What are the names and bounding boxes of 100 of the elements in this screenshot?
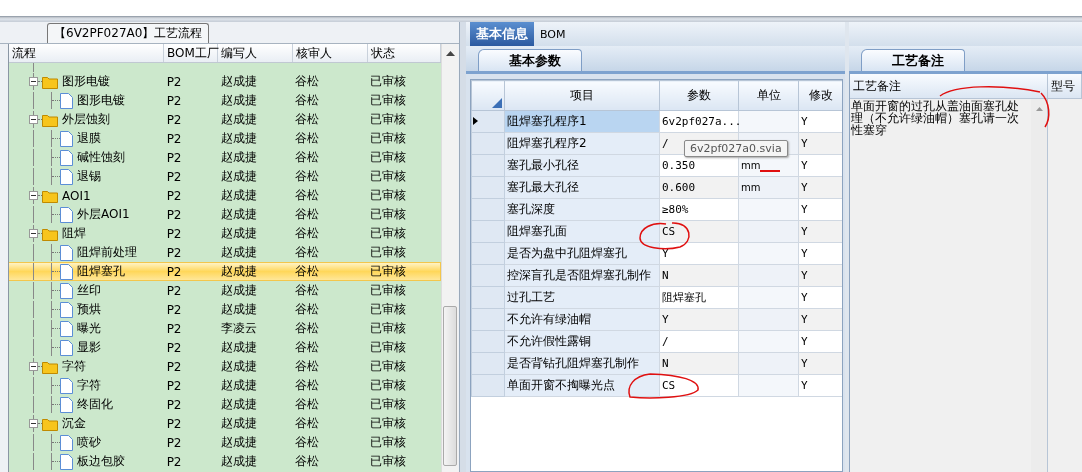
table-cell-text: 已审核 [369,434,408,451]
table-cell-text: 赵成捷 [219,92,258,109]
table-cell-text: 赵成捷 [219,111,258,128]
column-header[interactable]: 核审人 [293,44,368,62]
table-cell-text: 赵成捷 [219,396,258,413]
node-label: 阻焊塞孔 [77,263,125,280]
table-cell-text: 已审核 [369,149,408,166]
scrollbar[interactable] [441,44,458,472]
table-cell-text: P2 [165,454,183,469]
table-cell: 不允许有绿油帽 [504,308,660,331]
table-cell-text: P2 [165,93,183,108]
table-cell-text: P2 [165,283,183,298]
table-cell-text: 已审核 [369,130,408,147]
node-label: 图形电镀 [62,73,110,90]
tree-row[interactable]: 阻焊塞孔 P2 赵成捷 谷松 已审核 [9,262,441,281]
node-label: 丝印 [77,282,101,299]
column-header[interactable]: 工艺备注 [850,74,1048,98]
column-header[interactable]: 编写人 [218,44,293,62]
table-cell-text: P2 [165,264,183,279]
scroll-up-icon[interactable] [445,51,455,56]
tree-row[interactable]: 外层蚀刻 P2 赵成捷 谷松 已审核 [9,110,441,129]
node-label: 阻焊前处理 [77,244,137,261]
tab[interactable]: 基本信息 [470,22,534,46]
tab[interactable]: 工艺备注 [861,49,965,71]
column-header[interactable]: 修改 [798,80,842,111]
collapse-icon[interactable] [29,362,38,371]
table-cell-text: 谷松 [294,187,321,204]
tree-row[interactable]: 丝印 P2 赵成捷 谷松 已审核 [9,281,441,300]
tree-row[interactable]: 沉金 P2 赵成捷 谷松 已审核 [9,414,441,433]
tree-row[interactable]: 板边包胶 P2 赵成捷 谷松 已审核 [9,452,441,471]
table-cell-text: 赵成捷 [219,130,258,147]
note-text: 单面开窗的过孔从盖油面塞孔处理（不允许绿油帽）塞孔请一次性塞穿 [850,99,1020,137]
table-cell-text: 赵成捷 [219,358,258,375]
table-cell-text: 赵成捷 [219,263,258,280]
tree-row[interactable]: 终固化 P2 赵成捷 谷松 已审核 [9,395,441,414]
column-header[interactable]: 型号 [1048,74,1082,98]
table-cell-text: 谷松 [294,377,321,394]
tree-row[interactable]: 阻焊 P2 赵成捷 谷松 已审核 [9,224,441,243]
table-cell-text: 谷松 [294,149,321,166]
table-cell-text: 已审核 [369,320,408,337]
tree-row[interactable]: AOI1 P2 赵成捷 谷松 已审核 [9,186,441,205]
tree-row[interactable]: 图形电镀 P2 赵成捷 谷松 已审核 [9,72,441,91]
document-icon [60,149,73,166]
table-cell-text: 赵成捷 [219,168,258,185]
table-cell-text: 已审核 [369,225,408,242]
document-icon [60,168,73,185]
node-label: 字符 [77,377,101,394]
folder-icon [42,226,58,241]
collapse-icon[interactable] [29,115,38,124]
table-cell: 塞孔最小孔径 [504,154,660,177]
tree-row[interactable]: 字符 P2 赵成捷 谷松 已审核 [9,376,441,395]
table-cell-text: P2 [165,340,183,355]
table-cell-text: 谷松 [294,130,321,147]
column-header[interactable]: 参数 [659,80,739,111]
document-icon [60,434,73,451]
table-cell-text: P2 [165,207,183,222]
tree-row[interactable]: 曝光 P2 李凌云 谷松 已审核 [9,319,441,338]
tree-row[interactable]: 字符 P2 赵成捷 谷松 已审核 [9,357,441,376]
tree-row[interactable]: 喷砂 P2 赵成捷 谷松 已审核 [9,433,441,452]
table-cell-text: 赵成捷 [219,339,258,356]
table-cell-text: 赵成捷 [219,415,258,432]
table-cell-text: 已审核 [369,377,408,394]
scrollbar[interactable] [1031,99,1047,472]
table-cell-text: 谷松 [294,263,321,280]
tree-row[interactable]: 预烘 P2 赵成捷 谷松 已审核 [9,300,441,319]
tab[interactable]: BOM [534,22,572,46]
tree-row[interactable]: 显影 P2 赵成捷 谷松 已审核 [9,338,441,357]
document-icon [60,453,73,470]
column-header[interactable]: BOM工厂 [164,44,218,62]
column-header[interactable]: 项目 [504,80,660,111]
table-cell-text: P2 [165,397,183,412]
tree-row[interactable]: 图形电镀 P2 赵成捷 谷松 已审核 [9,91,441,110]
tree-row[interactable]: 碱性蚀刻 P2 赵成捷 谷松 已审核 [9,148,441,167]
tree-row[interactable]: 退锡 P2 赵成捷 谷松 已审核 [9,167,441,186]
collapse-icon[interactable] [29,229,38,238]
row-indicator[interactable] [471,110,505,133]
tree-row[interactable]: 退膜 P2 赵成捷 谷松 已审核 [9,129,441,148]
column-header[interactable]: 单位 [738,80,799,111]
tree-row[interactable]: 外层AOI1 P2 赵成捷 谷松 已审核 [9,205,441,224]
table-cell-text: 赵成捷 [219,149,258,166]
table-cell-text: P2 [165,74,183,89]
table-cell-text: 赵成捷 [219,73,258,90]
tab[interactable]: 基本参数 [478,49,582,71]
column-header[interactable]: 流程 [9,44,164,62]
tree-row[interactable]: 阻焊前处理 P2 赵成捷 谷松 已审核 [9,243,441,262]
node-label: 喷砂 [77,434,101,451]
hand-drawn-underline [759,170,781,172]
collapse-icon[interactable] [29,77,38,86]
node-label: 预烘 [77,301,101,318]
collapse-icon[interactable] [29,191,38,200]
folder-icon [42,74,58,89]
folder-icon [42,416,58,431]
table-cell-text: 谷松 [294,358,321,375]
table-cell-text: 谷松 [294,244,321,261]
table-cell-text: 已审核 [369,168,408,185]
document-icon [60,339,73,356]
table-cell-text: 已审核 [369,453,408,470]
node-label: 退膜 [77,130,101,147]
collapse-icon[interactable] [29,419,38,428]
node-label: 外层蚀刻 [62,111,110,128]
